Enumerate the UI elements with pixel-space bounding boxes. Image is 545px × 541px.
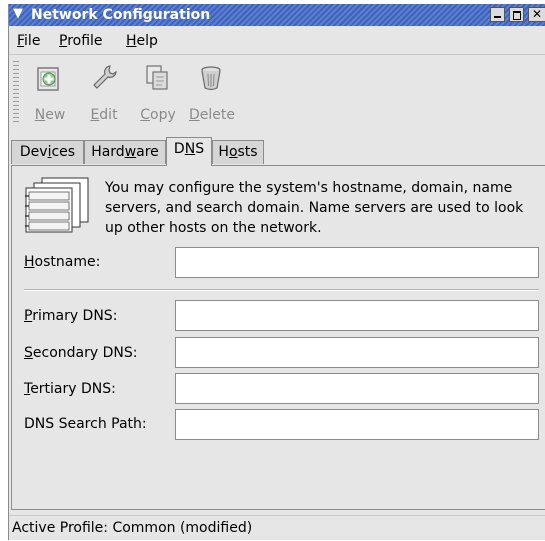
new-button[interactable]: New xyxy=(23,55,77,129)
tab-devices[interactable]: Devices xyxy=(11,140,84,164)
tab-dns-pre: D xyxy=(173,141,185,157)
tab-hosts-pre: H xyxy=(218,144,229,160)
network-configuration-window: ▼ Network Configuration File Profile Hel… xyxy=(8,4,545,540)
toolbar: New Edit Copy Delete xyxy=(9,55,545,132)
menu-file[interactable]: File xyxy=(17,33,40,49)
edit-mnemonic: E xyxy=(90,107,100,123)
tab-hardware-mnemonic: w xyxy=(124,144,137,160)
tab-dns-mnemonic: N xyxy=(184,141,196,157)
new-label-rest: ew xyxy=(45,107,66,123)
new-icon xyxy=(37,67,59,91)
new-label: New xyxy=(23,107,77,123)
trash-icon xyxy=(201,66,221,91)
tab-hardware-pre: Hard xyxy=(91,144,125,160)
primary-dns-label: Primary DNS: xyxy=(24,308,117,324)
secondary-dns-label: Secondary DNS: xyxy=(24,345,137,361)
secondary-dns-input[interactable] xyxy=(175,337,539,368)
edit-label-rest: dit xyxy=(99,107,118,123)
copy-label-rest: opy xyxy=(150,107,176,123)
hostname-mnemonic: H xyxy=(24,254,35,270)
menu-file-mnemonic: F xyxy=(17,33,25,49)
hostname-label: Hostname: xyxy=(24,254,100,270)
copy-mnemonic: C xyxy=(140,107,151,123)
close-icon[interactable] xyxy=(528,7,545,22)
status-bar: Active Profile: Common (modified) xyxy=(9,515,545,541)
secondary-dns-label-rest: econdary DNS: xyxy=(32,345,138,361)
maximize-icon[interactable] xyxy=(509,7,524,22)
menu-help-label: elp xyxy=(136,33,158,49)
delete-button[interactable]: Delete xyxy=(185,55,239,129)
secondary-dns-mnemonic: S xyxy=(24,345,33,361)
dns-description: You may configure the system's hostname,… xyxy=(105,180,524,236)
tab-devices-post: ces xyxy=(51,144,76,160)
tertiary-dns-label-rest: ertiary DNS: xyxy=(30,381,116,397)
menu-profile[interactable]: Profile xyxy=(59,33,103,49)
primary-dns-mnemonic: P xyxy=(24,308,33,324)
copy-label: Copy xyxy=(131,107,185,123)
hostname-label-rest: ostname: xyxy=(34,254,101,270)
tab-bar: Devices Hardware DNS Hosts xyxy=(9,136,545,166)
copy-icon xyxy=(146,65,168,90)
menu-help-mnemonic: H xyxy=(126,33,137,49)
delete-label: Delete xyxy=(185,107,239,123)
menu-profile-label: rofile xyxy=(67,33,103,49)
tab-dns[interactable]: DNS xyxy=(166,137,212,166)
tab-hardware[interactable]: Hardware xyxy=(84,140,166,164)
tab-hosts-post: sts xyxy=(237,144,258,160)
window-menu-icon[interactable]: ▼ xyxy=(11,7,25,21)
dns-list-icon xyxy=(25,177,89,233)
tertiary-dns-label: Tertiary DNS: xyxy=(24,381,116,397)
tab-dns-post: S xyxy=(195,141,205,157)
delete-mnemonic: D xyxy=(189,107,200,123)
window-title: Network Configuration xyxy=(31,7,211,23)
copy-button[interactable]: Copy xyxy=(131,55,185,129)
wrench-icon xyxy=(93,65,117,89)
edit-button[interactable]: Edit xyxy=(77,55,131,129)
new-mnemonic: N xyxy=(34,107,46,123)
tab-hosts-mnemonic: o xyxy=(228,144,238,160)
primary-dns-label-rest: rimary DNS: xyxy=(32,308,118,324)
menu-profile-mnemonic: P xyxy=(59,33,68,49)
separator xyxy=(24,289,539,291)
dns-search-path-label: DNS Search Path: xyxy=(24,416,147,432)
menu-file-label: ile xyxy=(24,33,41,49)
menu-help[interactable]: Help xyxy=(126,33,158,49)
delete-label-rest: elete xyxy=(199,107,235,123)
tab-hosts[interactable]: Hosts xyxy=(212,140,264,164)
tertiary-dns-input[interactable] xyxy=(175,373,539,404)
toolbar-grip[interactable] xyxy=(13,61,19,123)
tab-hardware-post: are xyxy=(136,144,159,160)
dns-panel: You may configure the system's hostname,… xyxy=(11,165,545,510)
hostname-input[interactable] xyxy=(175,247,539,278)
tab-devices-pre: Dev xyxy=(19,144,48,160)
primary-dns-input[interactable] xyxy=(175,300,539,331)
edit-label: Edit xyxy=(77,107,131,123)
minimize-icon[interactable] xyxy=(490,7,505,22)
title-bar[interactable]: ▼ Network Configuration xyxy=(9,4,545,26)
menu-bar: File Profile Help xyxy=(9,26,545,55)
dns-search-path-input[interactable] xyxy=(175,409,539,440)
